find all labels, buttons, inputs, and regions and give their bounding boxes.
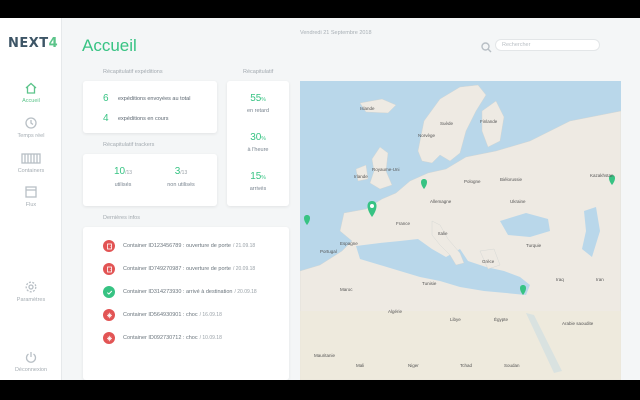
map-label: Royaume-Uni <box>372 167 400 172</box>
map-label: Allemagne <box>430 199 452 204</box>
nav-item-deconnexion[interactable]: Déconnexion <box>0 350 62 373</box>
map-label: Arabie saoudite <box>562 321 594 326</box>
home-icon <box>24 81 38 95</box>
map-label: Tchad <box>460 363 473 368</box>
trackers-unused: 3/13 non utilisés <box>167 166 195 188</box>
shipments-card: 6 expéditions envoyées au total 4 expédi… <box>83 81 217 133</box>
map-label: Tunisie <box>422 281 437 286</box>
nav-item-containers[interactable]: Containers <box>0 151 62 174</box>
nav-item-parametres[interactable]: Paramètres <box>0 280 62 303</box>
map-label: Mali <box>356 363 365 368</box>
stat-arrived: 15% arrivés <box>249 171 267 192</box>
shipment-row-total: 6 expéditions envoyées au total <box>103 93 191 104</box>
map-label: Maroc <box>340 287 353 292</box>
summary-card: 55% en retard 30% à l'heure 15% arrivés <box>227 81 289 206</box>
map-label: Ukraine <box>510 199 526 204</box>
nav-item-accueil[interactable]: Accueil <box>0 81 62 104</box>
nav-item-temps-reel[interactable]: Temps réel <box>0 116 62 139</box>
map-label: Grèce <box>482 259 495 264</box>
map-label: Norvège <box>418 133 436 138</box>
door-icon <box>103 240 115 252</box>
info-item[interactable]: Container ID123456789 : ouverture de por… <box>103 240 255 252</box>
nav-label: Accueil <box>22 98 40 104</box>
trackers-used: 10/13 utilisés <box>113 166 133 188</box>
app-screen: NEXT4 Accueil Temps réel Containers Flux… <box>0 18 640 380</box>
map-label: Irlande <box>354 174 368 179</box>
nav-label: Paramètres <box>16 297 46 303</box>
map[interactable]: Islande Suède Finlande Norvège Irlande R… <box>300 81 621 380</box>
map-label: Italie <box>438 231 448 236</box>
map-label: Suède <box>440 121 454 126</box>
info-item[interactable]: Container ID092730712 : choc/ 10.09.18 <box>103 332 222 344</box>
stat-on-time: 30% à l'heure <box>247 132 269 153</box>
info-item[interactable]: Container ID749270987 : ouverture de por… <box>103 263 255 275</box>
shock-icon <box>103 332 115 344</box>
trackers-card: 10/13 utilisés 3/13 non utilisés <box>83 154 217 206</box>
shipment-row-current: 4 expéditions en cours <box>103 113 169 124</box>
map-landmass <box>300 84 621 380</box>
map-marker[interactable] <box>304 215 310 225</box>
map-label: Algérie <box>388 309 403 314</box>
info-label: Dernières infos <box>103 215 140 221</box>
sidebar: NEXT4 Accueil Temps réel Containers Flux… <box>0 18 62 380</box>
nav-label: Flux <box>25 202 37 208</box>
trackers-label: Récapitulatif trackers <box>103 142 155 148</box>
info-card: Container ID123456789 : ouverture de por… <box>83 227 289 380</box>
info-item[interactable]: Container ID564930901 : choc/ 16.09.18 <box>103 309 222 321</box>
map-label: Kazakhstan <box>590 173 614 178</box>
page-title: Accueil <box>82 36 137 55</box>
nav-item-flux[interactable]: Flux <box>0 185 62 208</box>
check-icon <box>103 286 115 298</box>
shock-icon <box>103 309 115 321</box>
container-icon <box>21 151 41 165</box>
map-label: Pologne <box>464 179 481 184</box>
flux-icon <box>24 185 38 199</box>
map-label: Portugal <box>320 249 337 254</box>
map-label: Soudan <box>504 363 520 368</box>
clock-icon <box>24 116 38 130</box>
nav-label: Temps réel <box>17 133 45 139</box>
map-label: Turquie <box>526 243 542 248</box>
map-label: Égypte <box>494 317 509 322</box>
logo: NEXT4 <box>8 36 59 51</box>
map-label: Iraq <box>556 277 564 282</box>
summary-label: Récapitulatif <box>243 69 274 75</box>
nav-label: Containers <box>17 168 45 174</box>
power-icon <box>24 350 38 364</box>
nav-label: Déconnexion <box>14 367 48 373</box>
gear-icon <box>24 280 38 294</box>
map-label: Biélorussie <box>500 177 523 182</box>
map-label: Islande <box>360 106 375 111</box>
shipments-label: Récapitulatif expéditions <box>103 69 163 75</box>
info-item[interactable]: Container ID314273930 : arrivé à destina… <box>103 286 257 298</box>
map-label: Finlande <box>480 119 498 124</box>
map-label: Niger <box>408 363 419 368</box>
current-date: Vendredi 21 Septembre 2018 <box>300 30 372 36</box>
map-label: Mauritanie <box>314 353 336 358</box>
map-label: France <box>396 221 411 226</box>
map-label: Iran <box>596 277 604 282</box>
map-label: Espagne <box>340 241 358 246</box>
search-input[interactable] <box>495 39 600 51</box>
map-label: Libye <box>450 317 461 322</box>
door-icon <box>103 263 115 275</box>
stat-late: 55% en retard <box>246 93 269 114</box>
search-icon[interactable] <box>481 40 492 53</box>
